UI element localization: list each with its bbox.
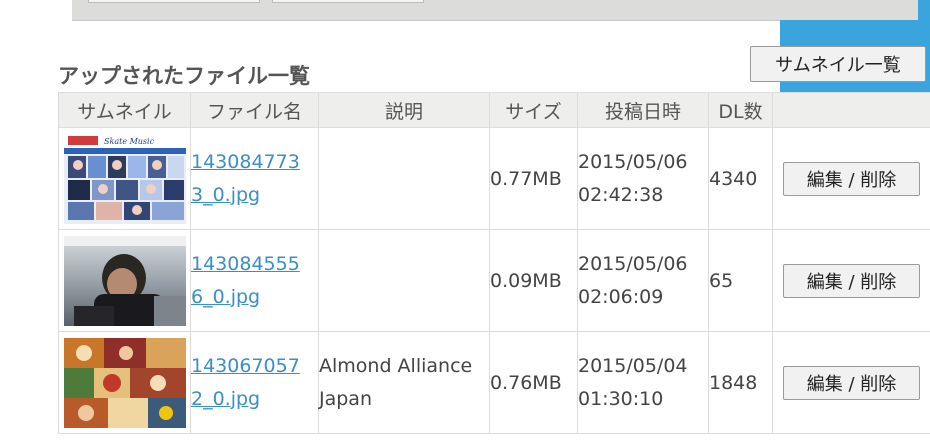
top-field-stub[interactable] [272,0,424,3]
date-text: 2015/05/04 [578,354,688,377]
thumbnail-image[interactable] [63,235,186,326]
col-header-actions [772,92,930,128]
size-cell: 0.76MB [489,331,578,434]
date-cell: 2015/05/06 02:06:09 [577,229,709,332]
downloads-cell: 65 [708,229,773,332]
thumbnail-list-button[interactable]: サムネイル一覧 [750,46,926,82]
time-text: 02:06:09 [578,285,664,308]
file-link[interactable]: 1430845556_0.jpg [191,248,309,314]
top-panel [72,0,918,21]
table-row: Skate Music 1430847733_0.jpg 0.77MB 2015… [58,127,930,230]
edit-delete-button[interactable]: 編集 / 削除 [783,161,920,196]
description-cell [318,229,490,332]
col-header-size[interactable]: サイズ [489,92,578,128]
description-cell [318,127,490,230]
table-row: 1430670572_0.jpg Almond Alliance Japan 0… [58,331,930,434]
description-cell: Almond Alliance Japan [318,331,490,434]
time-text: 01:30:10 [578,387,664,410]
action-cell: 編集 / 削除 [772,127,930,230]
filename-cell: 1430845556_0.jpg [190,229,319,332]
date-text: 2015/05/06 [578,252,688,275]
svg-text:Skate Music: Skate Music [104,137,155,146]
top-field-stub[interactable] [88,0,260,3]
date-cell: 2015/05/06 02:42:38 [577,127,709,230]
col-header-filename[interactable]: ファイル名 [190,92,319,128]
action-cell: 編集 / 削除 [772,229,930,332]
thumbnail-cell [58,331,191,434]
accent-bar [918,0,930,20]
file-link[interactable]: 1430670572_0.jpg [191,350,309,416]
file-link[interactable]: 1430847733_0.jpg [191,146,309,212]
time-text: 02:42:38 [578,183,664,206]
col-header-date[interactable]: 投稿日時 [577,92,709,128]
downloads-cell: 4340 [708,127,773,230]
file-table: サムネイル ファイル名 説明 サイズ 投稿日時 DL数 Skate Music [58,92,930,434]
edit-delete-button[interactable]: 編集 / 削除 [783,263,920,298]
date-cell: 2015/05/04 01:30:10 [577,331,709,434]
col-header-thumbnail: サムネイル [58,92,191,128]
table-header-row: サムネイル ファイル名 説明 サイズ 投稿日時 DL数 [58,92,930,128]
thumbnail-cell [58,229,191,332]
thumbnail-image[interactable]: Skate Music [63,133,186,224]
section-title: アップされたファイル一覧 [58,64,310,88]
filename-cell: 1430847733_0.jpg [190,127,319,230]
filename-cell: 1430670572_0.jpg [190,331,319,434]
action-cell: 編集 / 削除 [772,331,930,434]
col-header-downloads[interactable]: DL数 [708,92,773,128]
date-text: 2015/05/06 [578,150,688,173]
size-cell: 0.09MB [489,229,578,332]
thumbnail-cell: Skate Music [58,127,191,230]
downloads-cell: 1848 [708,331,773,434]
thumbnail-image[interactable] [63,337,186,428]
size-cell: 0.77MB [489,127,578,230]
col-header-description: 説明 [318,92,490,128]
edit-delete-button[interactable]: 編集 / 削除 [783,365,920,400]
table-row: 1430845556_0.jpg 0.09MB 2015/05/06 02:06… [58,229,930,332]
